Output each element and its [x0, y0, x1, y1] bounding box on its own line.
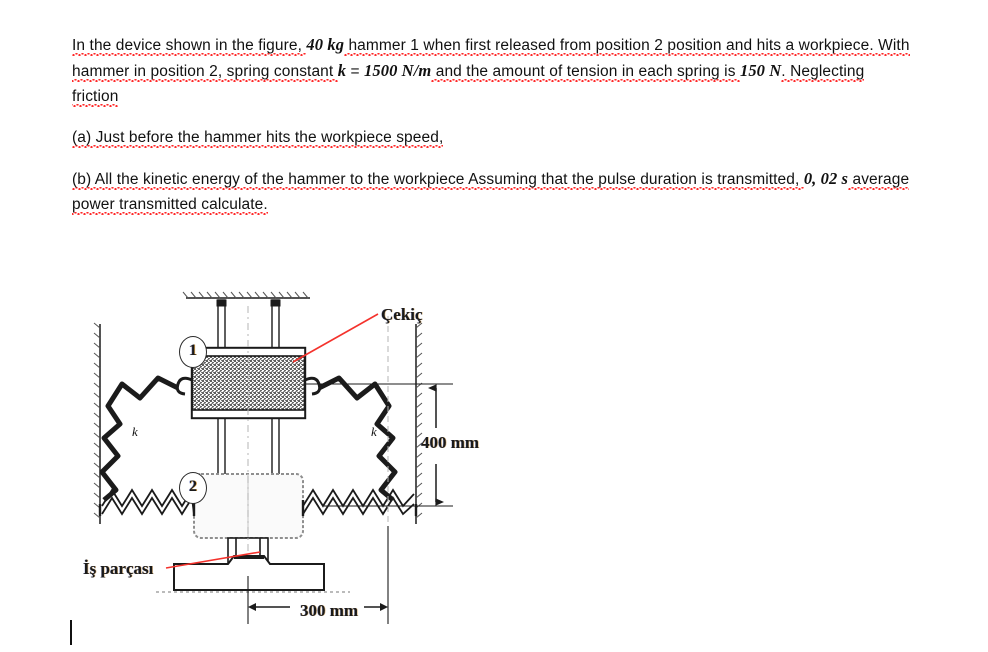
workpiece-label: İş parçası — [83, 559, 154, 578]
dimension-400mm-label: 400 mm — [421, 433, 480, 452]
text-run: 0, 02 s — [803, 169, 849, 188]
text-run: = — [346, 63, 365, 80]
paragraph-p1: In the device shown in the figure, 40 kg… — [72, 32, 912, 109]
paragraph-p2: (a) Just before the hammer hits the work… — [72, 125, 912, 150]
spring-constant-label-left: k — [132, 424, 138, 439]
text-run: 1500 N/m — [364, 61, 432, 80]
spring-right-stretched — [317, 375, 398, 502]
figure-drawing — [93, 291, 453, 624]
spring-right-coil — [301, 488, 418, 516]
text-run: k — [337, 61, 347, 80]
mechanism-figure: Çekiç İş parçası 400 mm 300 mm 1 2 k k — [78, 276, 508, 641]
left-wall — [93, 322, 101, 524]
dimension-300mm-label: 300 mm — [300, 601, 359, 620]
ceiling-support — [182, 291, 310, 299]
right-wall — [415, 322, 423, 524]
paragraph-p3: (b) All the kinetic energy of the hammer… — [72, 166, 912, 217]
position-marker-2: 2 — [179, 472, 207, 504]
hammer-label: Çekiç — [381, 305, 423, 324]
text-caret — [70, 620, 72, 645]
text-run: 150 N — [739, 61, 782, 80]
text-run: (b) All the kinetic energy of the hammer… — [72, 171, 804, 188]
spring-left-stretched — [99, 375, 180, 502]
leader-line-hammer — [292, 313, 379, 363]
position-marker-1: 1 — [179, 336, 207, 368]
text-run: 40 kg — [306, 35, 345, 54]
text-run: In the device shown in the figure, — [72, 37, 307, 54]
text-run: and the amount of tension in each spring… — [431, 63, 740, 80]
text-run: (a) Just before the hammer hits the work… — [72, 129, 444, 146]
problem-statement: In the device shown in the figure, 40 kg… — [72, 32, 912, 217]
workpiece-anvil — [156, 555, 350, 606]
spring-constant-label-right: k — [371, 424, 377, 439]
